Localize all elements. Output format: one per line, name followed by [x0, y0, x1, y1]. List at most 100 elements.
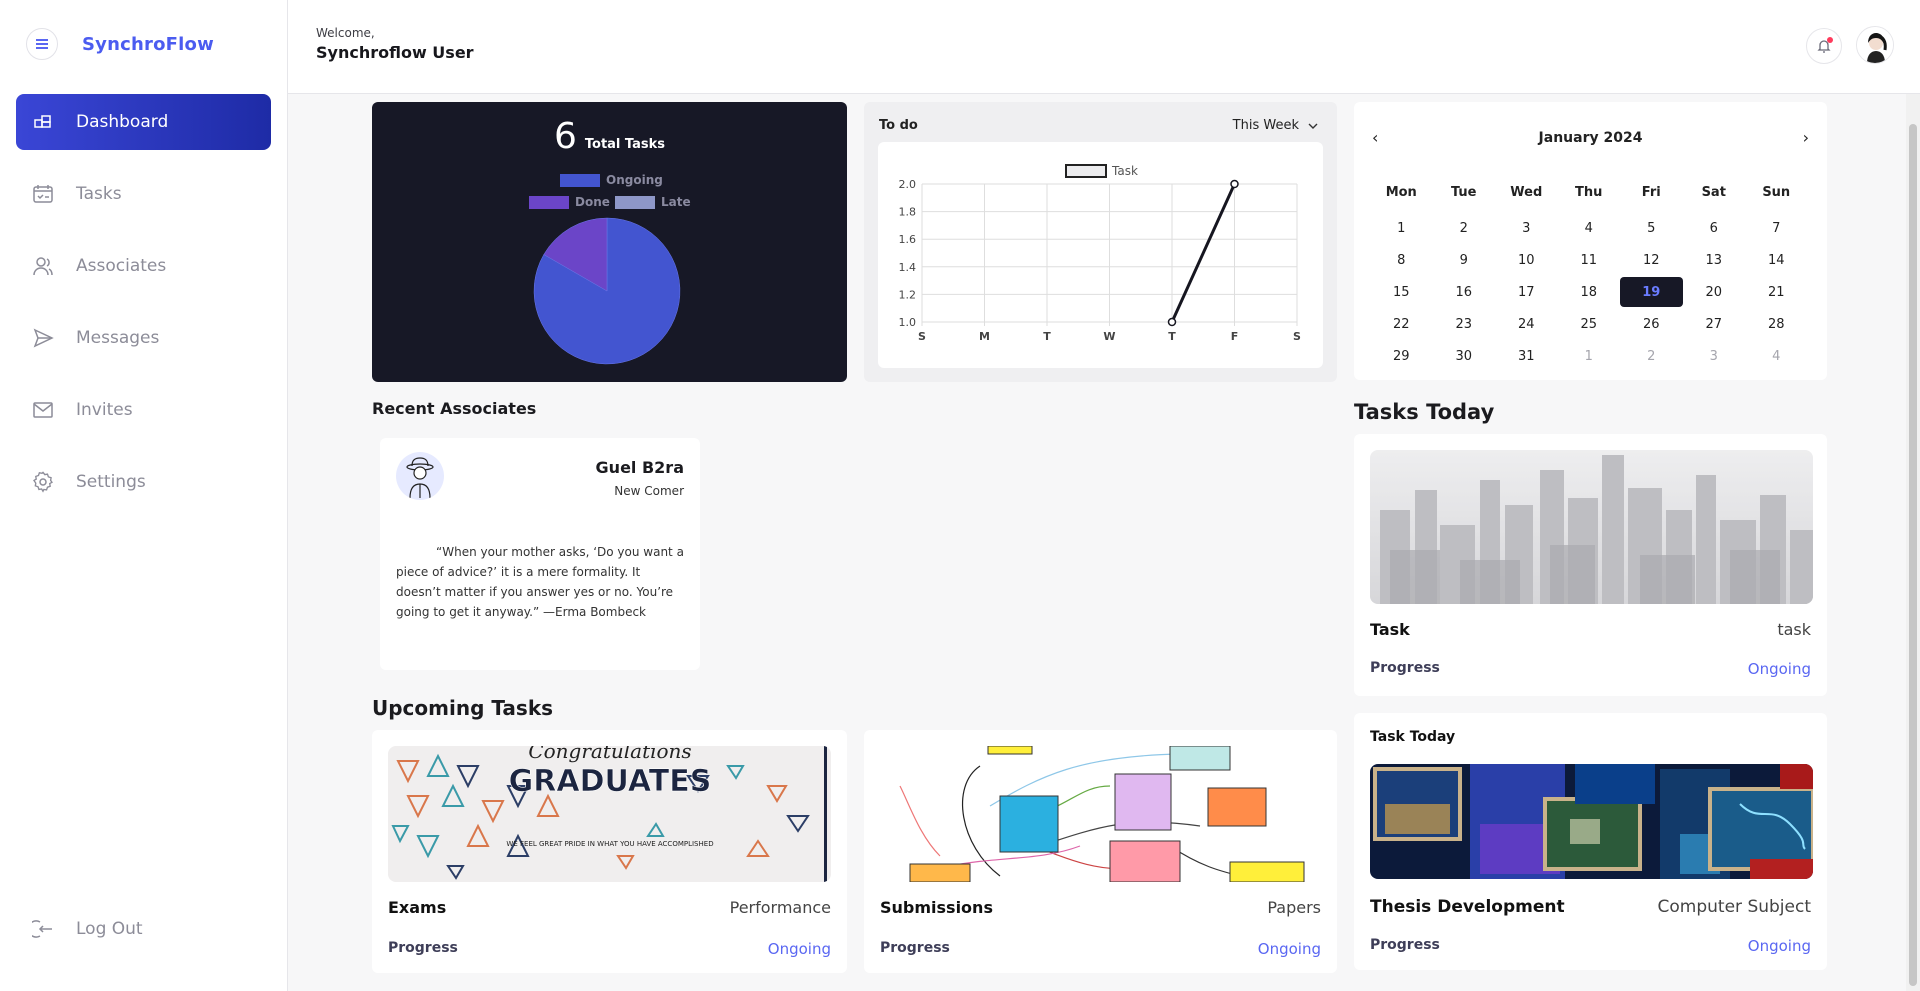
sidebar-item-associates[interactable]: Associates [16, 238, 271, 294]
x-tick-label: F [1231, 330, 1239, 343]
scrollbar-thumb[interactable] [1909, 124, 1917, 986]
people-icon [32, 255, 54, 277]
sidebar-item-tasks[interactable]: Tasks [16, 166, 271, 222]
weekday-wed: Wed [1510, 184, 1543, 200]
sidebar-item-settings[interactable]: Settings [16, 454, 271, 510]
calendar-day[interactable]: 30 [1433, 340, 1496, 372]
logout-button[interactable]: Log Out [32, 918, 143, 940]
calendar-day[interactable]: 4 [1745, 340, 1808, 372]
weekday-thu: Thu [1575, 184, 1603, 200]
calendar-next-button[interactable]: › [1803, 128, 1809, 147]
user-avatar[interactable] [1856, 26, 1894, 64]
calendar-day[interactable]: 6 [1683, 212, 1746, 244]
task-progress-label: Progress [1370, 937, 1440, 953]
calendar-day[interactable]: 8 [1370, 244, 1433, 276]
sidebar-item-label: Associates [76, 256, 167, 276]
recent-associates-title: Recent Associates [372, 399, 537, 418]
y-tick-label: 1.8 [899, 206, 917, 219]
calendar-day[interactable]: 28 [1745, 308, 1808, 340]
calendar-day[interactable]: 24 [1495, 308, 1558, 340]
task-card-exams[interactable]: Congratulations GRADUATES WE FEEL GREAT … [372, 730, 847, 973]
calendar-day[interactable]: 16 [1433, 276, 1496, 308]
calendar-day[interactable]: 1 [1558, 340, 1621, 372]
calendar-day[interactable]: 15 [1370, 276, 1433, 308]
line-chart: Task 1.0 1.2 1.4 1.6 1.8 2.0 S M T W T F S [899, 164, 1301, 343]
sidebar-nav: Dashboard Tasks Associates Messages Invi… [16, 94, 271, 526]
todo-chart-area: Task 1.0 1.2 1.4 1.6 1.8 2.0 S M T W T F S [878, 142, 1323, 368]
series-line-task [1170, 183, 1236, 323]
calendar-day[interactable]: 11 [1558, 244, 1621, 276]
chevron-down-icon [1308, 123, 1318, 129]
associate-name: Guel B2ra [595, 458, 684, 477]
banner-congrats: Congratulations [528, 746, 691, 763]
task-category: Papers [1267, 898, 1321, 917]
calendar-day[interactable]: 19 [1620, 277, 1683, 307]
calendar-day[interactable]: 14 [1745, 244, 1808, 276]
calendar-day[interactable]: 2 [1620, 340, 1683, 372]
task-status: Ongoing [1747, 660, 1811, 678]
main-scrollbar[interactable] [1906, 94, 1920, 991]
calendar-day[interactable]: 2 [1433, 212, 1496, 244]
y-tick-label: 1.0 [899, 316, 917, 329]
menu-toggle-button[interactable] [26, 28, 58, 60]
calendar-day[interactable]: 23 [1433, 308, 1496, 340]
y-tick-label: 1.2 [899, 288, 917, 301]
associate-card[interactable]: Guel B2ra New Comer “When your mother as… [380, 438, 700, 670]
brand-name: SynchroFlow [82, 33, 214, 55]
task-progress-label: Progress [880, 940, 950, 956]
dashboard-icon [32, 111, 54, 133]
weekday-mon: Mon [1385, 184, 1417, 200]
calendar-day[interactable]: 25 [1558, 308, 1621, 340]
legend-ongoing[interactable]: Ongoing [560, 173, 663, 187]
task-image-diagram [880, 746, 1321, 882]
weekday-sat: Sat [1701, 184, 1726, 200]
notifications-button[interactable] [1806, 28, 1842, 64]
calendar-day[interactable]: 3 [1495, 212, 1558, 244]
calendar-day[interactable]: 12 [1620, 244, 1683, 276]
range-select[interactable]: This Week [1233, 118, 1319, 133]
pie-chart [533, 217, 681, 365]
sidebar-item-messages[interactable]: Messages [16, 310, 271, 366]
sidebar: SynchroFlow Dashboard Tasks Associates M… [0, 0, 288, 991]
calendar-day[interactable]: 21 [1745, 276, 1808, 308]
calendar-grid: Mon Tue Wed Thu Fri Sat Sun 1 2 3 4 5 6 7 8 9 10 11 12 13 14… [1370, 180, 1808, 372]
notification-dot [1827, 37, 1833, 43]
logout-icon [32, 918, 54, 940]
calendar-day[interactable]: 22 [1370, 308, 1433, 340]
task-category: Computer Subject [1657, 897, 1811, 917]
sidebar-item-label: Dashboard [76, 112, 169, 132]
calendar-day[interactable]: 26 [1620, 308, 1683, 340]
sidebar-item-dashboard[interactable]: Dashboard [16, 94, 271, 150]
task-today-card-2[interactable]: Task Today Thesis Development Computer S… [1354, 713, 1827, 970]
calendar-day[interactable]: 20 [1683, 276, 1746, 308]
calendar-day[interactable]: 29 [1370, 340, 1433, 372]
calendar-day[interactable]: 1 [1370, 212, 1433, 244]
calendar-day[interactable]: 27 [1683, 308, 1746, 340]
task-image-city [1370, 450, 1813, 604]
sidebar-item-invites[interactable]: Invites [16, 382, 271, 438]
calendar-day[interactable]: 10 [1495, 244, 1558, 276]
calendar-day[interactable]: 31 [1495, 340, 1558, 372]
total-tasks-count: 6 [553, 116, 577, 157]
associate-quote: “When your mother asks, ‘Do you want a p… [396, 545, 684, 619]
calendar-day[interactable]: 4 [1558, 212, 1621, 244]
legend-swatch [560, 173, 600, 187]
calendar-card: ‹ January 2024 › Mon Tue Wed Thu Fri Sat Sun 1 2… [1354, 102, 1827, 380]
calendar-day[interactable]: 9 [1433, 244, 1496, 276]
task-card-submissions[interactable]: Submissions Papers Progress Ongoing [864, 730, 1337, 973]
task-progress-label: Progress [1370, 660, 1440, 676]
sidebar-item-label: Messages [76, 328, 160, 348]
calendar-day[interactable]: 18 [1558, 276, 1621, 308]
legend-done[interactable]: Done [529, 195, 610, 209]
range-select-value: This Week [1232, 118, 1299, 133]
calendar-day[interactable]: 7 [1745, 212, 1808, 244]
calendar-day[interactable]: 13 [1683, 244, 1746, 276]
legend-late[interactable]: Late [615, 195, 691, 209]
calendar-day[interactable]: 5 [1620, 212, 1683, 244]
calendar-day[interactable]: 3 [1683, 340, 1746, 372]
brand: SynchroFlow [26, 28, 214, 60]
task-today-card[interactable]: Task task Progress Ongoing [1354, 434, 1827, 696]
calendar-day[interactable]: 17 [1495, 276, 1558, 308]
task-summary-header: 6 Total Tasks [372, 116, 847, 157]
upcoming-tasks-title: Upcoming Tasks [372, 696, 554, 720]
